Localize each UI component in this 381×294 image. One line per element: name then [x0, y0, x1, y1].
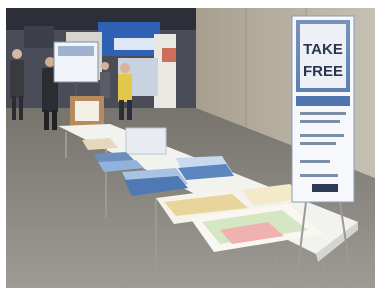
scene: TAKE FREE	[6, 8, 375, 288]
booth-sign-panel	[114, 38, 154, 50]
booth-poster	[162, 48, 176, 62]
trade-show-photo: TAKE FREE	[6, 8, 375, 288]
sign-headline-take: TAKE	[303, 41, 343, 58]
sign-headline-free: FREE	[303, 63, 343, 80]
distant-structure	[24, 26, 54, 48]
